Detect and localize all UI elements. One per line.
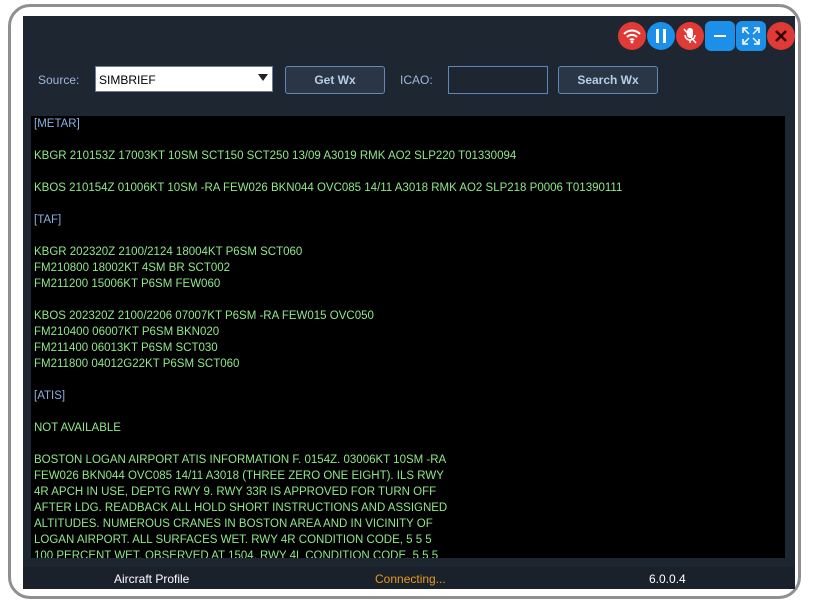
weather-line: FM210800 18002KT 4SM BR SCT002 [34,262,231,274]
controls-bar: Source: SIMBRIEF Get Wx ICAO: Search Wx [23,64,795,98]
weather-line [34,372,785,388]
connection-status: Connecting... [375,572,446,586]
source-label: Source: [38,73,80,87]
weather-line: AFTER LDG. READBACK ALL HOLD SHORT INSTR… [34,502,448,514]
minimize-icon [714,35,726,37]
weather-line [34,228,785,244]
section-header: [TAF] [34,214,62,226]
weather-line: KBGR 210153Z 17003KT 10SM SCT150 SCT250 … [34,150,517,162]
search-wx-button[interactable]: Search Wx [558,66,658,94]
mic-mute-button[interactable] [676,22,704,50]
aircraft-profile-label[interactable]: Aircraft Profile [114,572,189,586]
section-header: [ATIS] [34,390,66,402]
icao-input[interactable] [448,66,548,94]
weather-line: KBOS 202320Z 2100/2206 07007KT P6SM -RA … [34,310,374,322]
fullscreen-button[interactable] [736,21,766,51]
weather-line: FM211400 06013KT P6SM SCT030 [34,342,218,354]
weather-line [34,436,785,452]
minimize-button[interactable] [705,21,735,51]
section-header: [METAR] [34,118,80,130]
weather-line: ALTITUDES. NUMEROUS CRANES IN BOSTON ARE… [34,518,433,530]
weather-line: FEW026 BKN044 OVC085 14/11 A3018 (THREE … [34,470,444,482]
wifi-icon [623,29,641,44]
weather-line: FM211200 15006KT P6SM FEW060 [34,278,221,290]
weather-line [34,132,785,148]
mic-off-icon [683,28,697,44]
weather-output[interactable]: [METAR] KBGR 210153Z 17003KT 10SM SCT150 … [31,116,785,558]
weather-line: KBOS 210154Z 01006KT 10SM -RA FEW026 BKN… [34,182,623,194]
pause-button[interactable] [647,22,675,50]
wifi-button[interactable] [618,22,646,50]
get-wx-button[interactable]: Get Wx [285,66,385,94]
chevron-down-icon [258,74,268,81]
weather-line: 100 PERCENT WET. OBSERVED AT 1504. RWY 4… [34,550,439,558]
weather-line: FM211800 04012G22KT P6SM SCT060 [34,358,240,370]
close-icon [775,30,787,42]
expand-icon [742,27,760,45]
app-window: Source: SIMBRIEF Get Wx ICAO: Search Wx … [23,16,795,589]
close-button[interactable] [767,22,795,50]
weather-line: 4R APCH IN USE, DEPTG RWY 9. RWY 33R IS … [34,486,437,498]
status-bar: Aircraft Profile Connecting... 6.0.0.4 [23,567,795,589]
source-select[interactable]: SIMBRIEF [95,66,273,92]
weather-line: FM210400 06007KT P6SM BKN020 [34,326,220,338]
version-label: 6.0.0.4 [649,572,686,586]
weather-line: LOGAN AIRPORT. ALL SURFACES WET. RWY 4R … [34,534,432,546]
icao-label: ICAO: [400,73,433,87]
source-value: SIMBRIEF [99,73,156,87]
weather-line: NOT AVAILABLE [34,422,121,434]
weather-line [34,404,785,420]
weather-line [34,164,785,180]
weather-line: KBGR 202320Z 2100/2124 18004KT P6SM SCT0… [34,246,303,258]
pause-icon [656,29,666,43]
weather-line [34,196,785,212]
weather-line [34,292,785,308]
title-toolbar [618,19,795,53]
weather-line: BOSTON LOGAN AIRPORT ATIS INFORMATION F.… [34,454,447,466]
